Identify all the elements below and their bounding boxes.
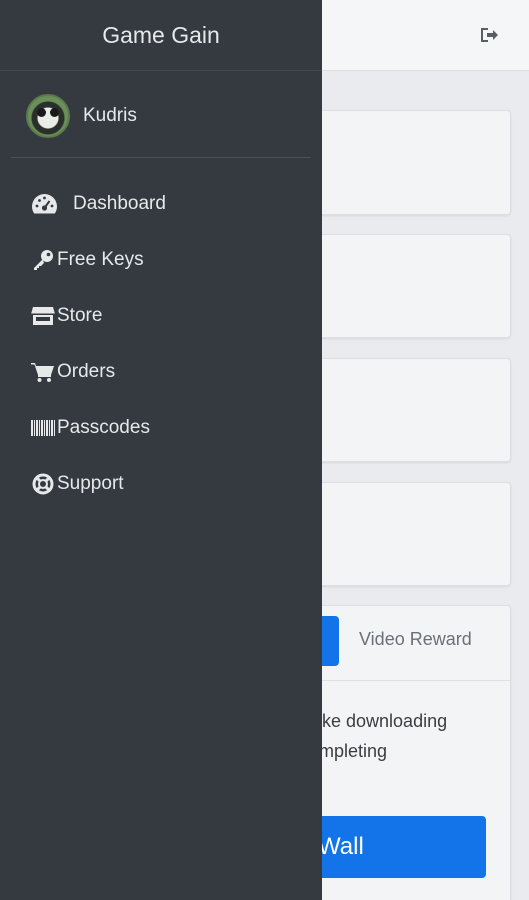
nav-item-dashboard[interactable]: Dashboard (0, 176, 322, 232)
tachometer-icon (31, 192, 58, 216)
nav-item-passcodes[interactable]: Passcodes (0, 400, 322, 456)
description-line: s. (300, 766, 505, 796)
barcode-icon (31, 416, 55, 440)
avatar (26, 94, 70, 138)
stat-card (300, 234, 511, 338)
description-line: completing (300, 741, 388, 761)
logout-icon[interactable] (479, 25, 499, 45)
nav-item-label: Dashboard (73, 193, 166, 214)
app-title[interactable]: Game Gain (0, 0, 322, 71)
stat-card (300, 482, 511, 586)
store-icon (31, 304, 55, 328)
side-drawer: Game Gain Kudris Dashboard Free Keys Sto… (0, 0, 322, 900)
user-profile[interactable]: Kudris (26, 94, 137, 138)
earn-description: s like downloading completing s. (300, 706, 505, 796)
nav-item-free-keys[interactable]: Free Keys (0, 232, 322, 288)
drawer-divider (11, 157, 311, 158)
stat-card (300, 358, 511, 462)
nav-item-store[interactable]: Store (0, 288, 322, 344)
description-line: s like downloading (300, 711, 448, 731)
cart-icon (31, 360, 55, 384)
offer-wall-button[interactable]: Wall (300, 816, 486, 878)
nav-item-support[interactable]: Support (0, 456, 322, 512)
nav-item-label: Orders (57, 361, 116, 382)
nav-item-label: Passcodes (57, 417, 150, 438)
nav-item-label: Support (57, 473, 124, 494)
drawer-nav: Dashboard Free Keys Store Orders Passcod… (0, 176, 322, 512)
nav-item-orders[interactable]: Orders (0, 344, 322, 400)
nav-item-label: Free Keys (57, 249, 144, 270)
nav-item-label: Store (57, 305, 103, 326)
stat-card (300, 110, 511, 215)
lifebuoy-icon (31, 472, 55, 496)
tab-divider (300, 680, 511, 681)
username: Kudris (83, 105, 137, 126)
tab-video-reward[interactable]: Video Reward (359, 629, 472, 650)
key-icon (31, 248, 55, 272)
